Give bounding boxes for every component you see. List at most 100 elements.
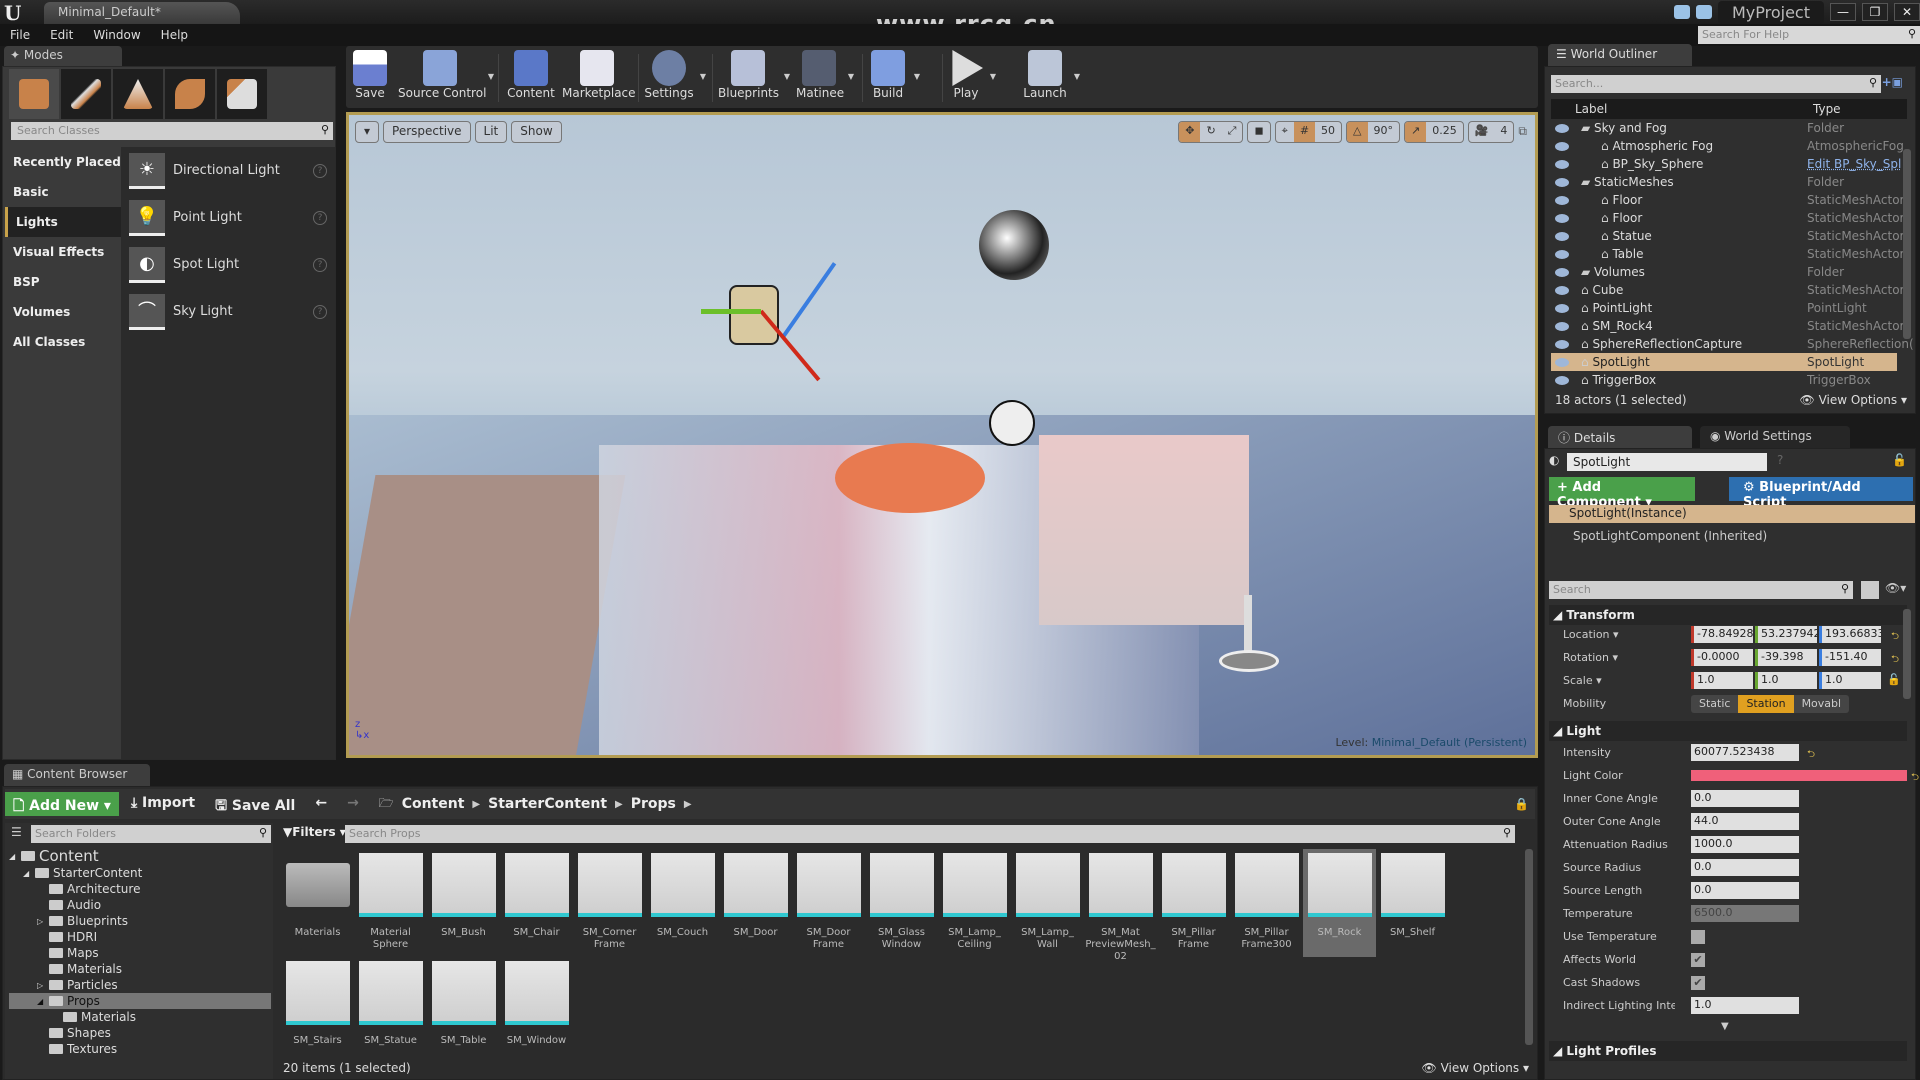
asset-tile[interactable]: SM_Window [500, 957, 573, 1065]
folder-tree-item[interactable]: ◢ Props [9, 993, 271, 1009]
actor-name-input[interactable]: SpotLight [1567, 453, 1767, 471]
table-mesh[interactable] [835, 443, 985, 513]
scale-z-input[interactable]: 1.0 [1819, 672, 1881, 689]
folder-tree-item[interactable]: Shapes [9, 1025, 271, 1041]
blueprint-add-script-button[interactable]: ⚙ Blueprint/Add Script [1729, 477, 1913, 510]
dropdown-arrow-icon[interactable]: ▼ [1074, 72, 1080, 81]
breadcrumb-arrow-icon[interactable]: ▶ [472, 799, 480, 810]
source-radius-input[interactable]: 0.0 [1691, 859, 1799, 876]
folder-tree-item[interactable]: Architecture [9, 881, 271, 897]
menu-help[interactable]: Help [151, 28, 198, 42]
cube-mesh[interactable] [1039, 435, 1249, 625]
asset-tile[interactable]: Materials [281, 849, 354, 957]
category-lights[interactable]: Lights [5, 207, 121, 237]
outliner-row[interactable]: ⌂ Statue StaticMeshActor [1551, 227, 1904, 245]
save-button[interactable]: Save [350, 46, 390, 108]
asset-tile[interactable]: SM_Mat PreviewMesh_ 02 [1084, 849, 1157, 962]
breadcrumb-content[interactable]: Content [402, 796, 465, 812]
outliner-search-input[interactable]: Search... ⚲ [1551, 75, 1881, 93]
outliner-row[interactable]: ▰ Sky and Fog Folder [1551, 119, 1897, 137]
gizmo-x-axis[interactable] [759, 309, 821, 382]
scale-y-input[interactable]: 1.0 [1755, 672, 1817, 689]
tab-world-settings[interactable]: ◉ World Settings [1700, 426, 1850, 448]
asset-scrollbar[interactable] [1525, 849, 1533, 1045]
asset-tile[interactable]: SM_Glass Window [865, 849, 938, 957]
breadcrumb-arrow-icon[interactable]: ▶ [615, 799, 623, 810]
content-button[interactable]: Content [506, 46, 556, 108]
category-bsp[interactable]: BSP [5, 267, 121, 297]
visibility-eye-icon[interactable] [1555, 195, 1569, 205]
reset-icon[interactable]: ⮌ [1911, 770, 1919, 787]
point-light-icon[interactable] [989, 400, 1035, 446]
save-all-button[interactable]: 🖫 Save All [207, 792, 303, 816]
spot-light-actor-icon[interactable] [729, 285, 779, 345]
folder-tree-item[interactable]: ◢ StarterContent [9, 865, 271, 881]
visibility-eye-icon[interactable] [1555, 375, 1569, 385]
folder-tree-item[interactable]: HDRI [9, 929, 271, 945]
expand-arrow-icon[interactable]: ▷ [37, 917, 46, 926]
location-z-input[interactable]: 193.668335 [1819, 626, 1881, 643]
outliner-row[interactable]: ⌂ PointLight PointLight [1551, 299, 1897, 317]
rotation-x-input[interactable]: -0.0000 [1691, 649, 1753, 666]
visibility-eye-icon[interactable] [1555, 321, 1569, 331]
folder-tree-item[interactable]: ▷ Particles [9, 977, 271, 993]
asset-tile[interactable]: SM_Lamp_ Wall [1011, 849, 1084, 957]
outliner-row[interactable]: ⌂ Table StaticMeshActor [1551, 245, 1904, 263]
launch-button[interactable]: Launch ▼ [1022, 46, 1080, 108]
new-folder-icon[interactable]: +▣ [1882, 75, 1903, 89]
details-search-input[interactable]: Search ⚲ [1549, 581, 1853, 599]
outliner-row[interactable]: ⌂ Floor StaticMeshActor [1551, 209, 1904, 227]
tab-details[interactable]: ⓘ Details [1548, 426, 1692, 448]
reflection-capture-icon[interactable] [979, 210, 1049, 280]
matinee-button[interactable]: Matinee ▼ [796, 46, 854, 108]
category-volumes[interactable]: Volumes [5, 297, 121, 327]
outliner-row[interactable]: ⌂ Floor StaticMeshActor [1551, 191, 1904, 209]
asset-tile[interactable]: SM_Corner Frame [573, 849, 646, 957]
menu-edit[interactable]: Edit [40, 28, 83, 42]
folder-tree-item[interactable]: Maps [9, 945, 271, 961]
asset-tile[interactable]: SM_Pillar Frame [1157, 849, 1230, 957]
import-button[interactable]: ⤓ Import [123, 792, 203, 816]
cast-shadows-checkbox[interactable]: ✔ [1691, 976, 1705, 990]
class-item-point-light[interactable]: 💡 Point Light ? [121, 194, 335, 241]
menu-window[interactable]: Window [83, 28, 150, 42]
rotation-y-input[interactable]: -39.398 [1755, 649, 1817, 666]
sources-toggle-icon[interactable]: ☰ [11, 825, 22, 839]
asset-tile[interactable]: SM_Bush [427, 849, 500, 957]
visibility-eye-icon[interactable] [1555, 141, 1569, 151]
show-button[interactable]: Show [511, 121, 562, 143]
scale-snap-icon[interactable]: ↗ [1405, 122, 1427, 142]
rotate-mode-icon[interactable]: ↻ [1200, 122, 1221, 142]
visibility-eye-icon[interactable] [1555, 159, 1569, 169]
collapse-arrow-icon[interactable]: ◢ [9, 852, 18, 861]
category-all-classes[interactable]: All Classes [5, 327, 121, 357]
outliner-row[interactable]: ▰ Volumes Folder [1551, 263, 1897, 281]
outliner-row[interactable]: ⌂ BP_Sky_Sphere Edit BP_Sky_Spl [1551, 155, 1901, 173]
visibility-eye-icon[interactable] [1555, 357, 1569, 367]
collapse-arrow-icon[interactable]: ◢ [37, 997, 46, 1006]
visibility-eye-icon[interactable] [1555, 285, 1569, 295]
help-icon[interactable]: ? [313, 210, 327, 225]
lock-icon[interactable]: 🔓 [1892, 453, 1907, 467]
asset-tile[interactable]: SM_Door [719, 849, 792, 957]
breadcrumb-startercontent[interactable]: StarterContent [488, 796, 607, 812]
source-control-button[interactable]: Source Control ▼ [398, 46, 494, 108]
viewport-options-button[interactable]: ▾ [355, 121, 380, 143]
lit-button[interactable]: Lit [474, 121, 508, 143]
component-instance-row[interactable]: SpotLight(Instance) [1549, 505, 1915, 523]
visibility-eye-icon[interactable] [1555, 303, 1569, 313]
location-y-input[interactable]: 53.237942 [1755, 626, 1817, 643]
folder-tree-item[interactable]: Audio [9, 897, 271, 913]
visibility-eye-icon[interactable] [1555, 231, 1569, 241]
class-item-sky-light[interactable]: ⌒ Sky Light ? [121, 288, 335, 335]
marketplace-button[interactable]: Marketplace [562, 46, 636, 108]
translate-mode-icon[interactable]: ✥ [1179, 122, 1201, 142]
folder-tree-item[interactable]: ▷ Blueprints [9, 913, 271, 929]
reset-icon[interactable]: ⮌ [1807, 747, 1815, 764]
grid-snap-value[interactable]: 50 [1315, 122, 1341, 142]
outliner-row-type[interactable]: Edit BP_Sky_Spl [1807, 157, 1901, 171]
filters-button[interactable]: ▼Filters ▾ [283, 825, 346, 839]
scale-mode-icon[interactable]: ⤢ [1222, 122, 1243, 142]
collapse-arrow-icon[interactable]: ◢ [23, 869, 32, 878]
back-arrow-icon[interactable]: ← [307, 792, 335, 816]
